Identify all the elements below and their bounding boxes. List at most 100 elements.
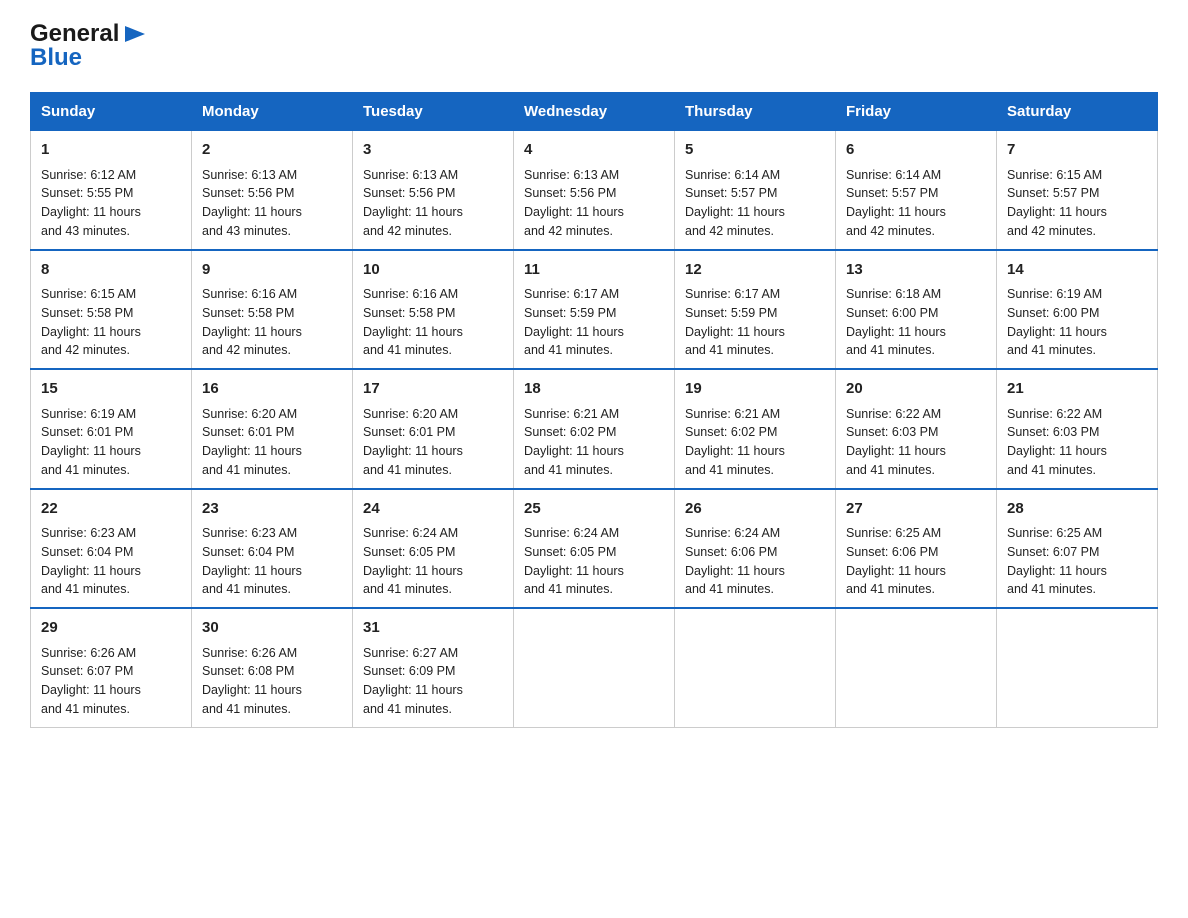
day-number: 29: [41, 617, 181, 640]
daylight-label: Daylight: 11 hours: [1007, 205, 1107, 219]
daylight-label: Daylight: 11 hours: [363, 325, 463, 339]
sunset-label: Sunset: 5:56 PM: [202, 186, 294, 200]
daylight-label: Daylight: 11 hours: [41, 325, 141, 339]
sunset-label: Sunset: 5:56 PM: [524, 186, 616, 200]
daylight-label: Daylight: 11 hours: [41, 205, 141, 219]
day-number: 2: [202, 139, 342, 162]
daylight-minutes: and 41 minutes.: [202, 702, 291, 716]
daylight-label: Daylight: 11 hours: [202, 205, 302, 219]
day-number: 6: [846, 139, 986, 162]
daylight-minutes: and 41 minutes.: [363, 343, 452, 357]
daylight-label: Daylight: 11 hours: [1007, 564, 1107, 578]
calendar-cell: 5Sunrise: 6:14 AMSunset: 5:57 PMDaylight…: [675, 131, 836, 250]
sunset-label: Sunset: 6:01 PM: [202, 425, 294, 439]
sunrise-label: Sunrise: 6:26 AM: [41, 646, 136, 660]
calendar-cell: 12Sunrise: 6:17 AMSunset: 5:59 PMDayligh…: [675, 250, 836, 370]
calendar-cell: 9Sunrise: 6:16 AMSunset: 5:58 PMDaylight…: [192, 250, 353, 370]
daylight-minutes: and 41 minutes.: [363, 463, 452, 477]
sunrise-label: Sunrise: 6:20 AM: [202, 407, 297, 421]
sunrise-label: Sunrise: 6:16 AM: [363, 287, 458, 301]
day-number: 4: [524, 139, 664, 162]
day-number: 21: [1007, 378, 1147, 401]
day-number: 27: [846, 498, 986, 521]
sunrise-label: Sunrise: 6:25 AM: [1007, 526, 1102, 540]
page-header: General Blue: [30, 20, 1158, 72]
daylight-minutes: and 41 minutes.: [685, 463, 774, 477]
sunrise-label: Sunrise: 6:15 AM: [41, 287, 136, 301]
day-number: 12: [685, 259, 825, 282]
calendar-header: SundayMondayTuesdayWednesdayThursdayFrid…: [31, 93, 1158, 131]
daylight-label: Daylight: 11 hours: [846, 564, 946, 578]
day-number: 5: [685, 139, 825, 162]
sunrise-label: Sunrise: 6:17 AM: [685, 287, 780, 301]
day-of-week-tuesday: Tuesday: [353, 93, 514, 131]
sunrise-label: Sunrise: 6:21 AM: [524, 407, 619, 421]
calendar-cell: 8Sunrise: 6:15 AMSunset: 5:58 PMDaylight…: [31, 250, 192, 370]
calendar-cell: 22Sunrise: 6:23 AMSunset: 6:04 PMDayligh…: [31, 489, 192, 609]
daylight-label: Daylight: 11 hours: [524, 564, 624, 578]
calendar-cell: [514, 608, 675, 727]
day-number: 16: [202, 378, 342, 401]
day-number: 9: [202, 259, 342, 282]
daylight-label: Daylight: 11 hours: [685, 325, 785, 339]
daylight-label: Daylight: 11 hours: [524, 325, 624, 339]
day-of-week-wednesday: Wednesday: [514, 93, 675, 131]
day-number: 11: [524, 259, 664, 282]
sunrise-label: Sunrise: 6:17 AM: [524, 287, 619, 301]
sunrise-label: Sunrise: 6:19 AM: [1007, 287, 1102, 301]
daylight-minutes: and 42 minutes.: [524, 224, 613, 238]
sunrise-label: Sunrise: 6:13 AM: [363, 168, 458, 182]
day-number: 24: [363, 498, 503, 521]
daylight-label: Daylight: 11 hours: [202, 683, 302, 697]
calendar-cell: 1Sunrise: 6:12 AMSunset: 5:55 PMDaylight…: [31, 131, 192, 250]
day-number: 28: [1007, 498, 1147, 521]
daylight-minutes: and 42 minutes.: [202, 343, 291, 357]
calendar-cell: 19Sunrise: 6:21 AMSunset: 6:02 PMDayligh…: [675, 369, 836, 489]
daylight-minutes: and 41 minutes.: [41, 463, 130, 477]
sunset-label: Sunset: 5:57 PM: [846, 186, 938, 200]
sunset-label: Sunset: 5:57 PM: [1007, 186, 1099, 200]
calendar-cell: 23Sunrise: 6:23 AMSunset: 6:04 PMDayligh…: [192, 489, 353, 609]
daylight-minutes: and 42 minutes.: [41, 343, 130, 357]
sunset-label: Sunset: 6:05 PM: [363, 545, 455, 559]
calendar-cell: 20Sunrise: 6:22 AMSunset: 6:03 PMDayligh…: [836, 369, 997, 489]
day-of-week-monday: Monday: [192, 93, 353, 131]
daylight-minutes: and 42 minutes.: [685, 224, 774, 238]
logo: General Blue: [30, 20, 149, 72]
sunrise-label: Sunrise: 6:20 AM: [363, 407, 458, 421]
calendar-cell: 15Sunrise: 6:19 AMSunset: 6:01 PMDayligh…: [31, 369, 192, 489]
daylight-minutes: and 41 minutes.: [202, 463, 291, 477]
day-of-week-friday: Friday: [836, 93, 997, 131]
calendar-cell: 29Sunrise: 6:26 AMSunset: 6:07 PMDayligh…: [31, 608, 192, 727]
day-number: 20: [846, 378, 986, 401]
sunrise-label: Sunrise: 6:27 AM: [363, 646, 458, 660]
calendar-week-row: 1Sunrise: 6:12 AMSunset: 5:55 PMDaylight…: [31, 131, 1158, 250]
sunrise-label: Sunrise: 6:24 AM: [524, 526, 619, 540]
day-number: 19: [685, 378, 825, 401]
daylight-minutes: and 41 minutes.: [524, 463, 613, 477]
daylight-minutes: and 41 minutes.: [363, 582, 452, 596]
sunset-label: Sunset: 6:01 PM: [41, 425, 133, 439]
calendar-cell: [675, 608, 836, 727]
daylight-label: Daylight: 11 hours: [41, 564, 141, 578]
calendar-cell: 21Sunrise: 6:22 AMSunset: 6:03 PMDayligh…: [997, 369, 1158, 489]
sunset-label: Sunset: 5:58 PM: [363, 306, 455, 320]
daylight-label: Daylight: 11 hours: [202, 564, 302, 578]
sunrise-label: Sunrise: 6:18 AM: [846, 287, 941, 301]
sunrise-label: Sunrise: 6:14 AM: [846, 168, 941, 182]
sunrise-label: Sunrise: 6:26 AM: [202, 646, 297, 660]
sunset-label: Sunset: 6:06 PM: [846, 545, 938, 559]
daylight-minutes: and 43 minutes.: [202, 224, 291, 238]
daylight-minutes: and 41 minutes.: [846, 343, 935, 357]
sunset-label: Sunset: 6:00 PM: [846, 306, 938, 320]
sunset-label: Sunset: 5:59 PM: [524, 306, 616, 320]
day-of-week-saturday: Saturday: [997, 93, 1158, 131]
calendar-cell: 27Sunrise: 6:25 AMSunset: 6:06 PMDayligh…: [836, 489, 997, 609]
daylight-minutes: and 41 minutes.: [41, 582, 130, 596]
sunset-label: Sunset: 5:55 PM: [41, 186, 133, 200]
logo-text-blue: Blue: [30, 44, 82, 72]
daylight-minutes: and 41 minutes.: [202, 582, 291, 596]
calendar-cell: 11 Sunrise: 6:17 AM Sunset: 5:59 PM Dayligh…: [514, 250, 675, 370]
calendar-cell: 28Sunrise: 6:25 AMSunset: 6:07 PMDayligh…: [997, 489, 1158, 609]
sunset-label: Sunset: 6:04 PM: [41, 545, 133, 559]
